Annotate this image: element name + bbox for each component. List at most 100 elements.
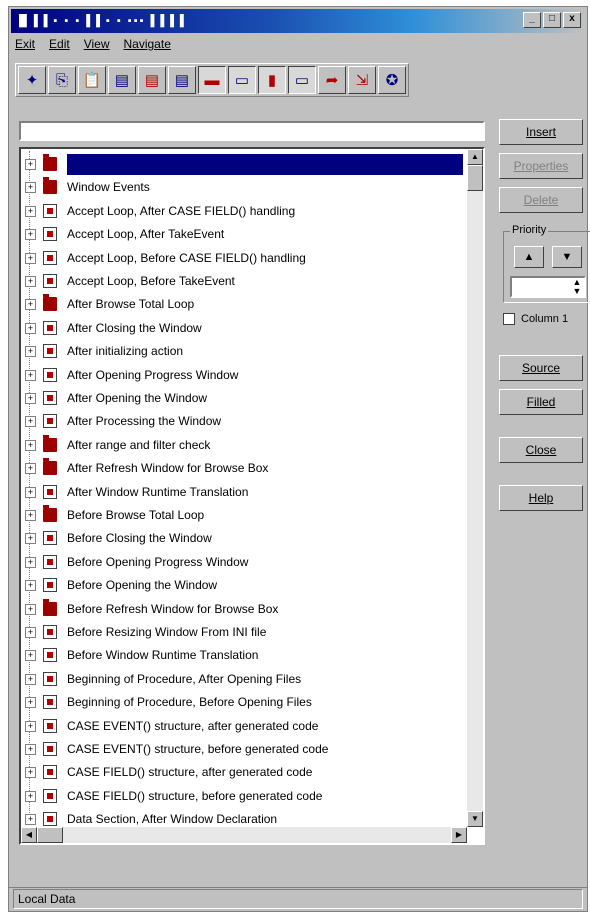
tree-item[interactable]: + Before Closing the Window (21, 527, 467, 550)
tree-item[interactable]: + After Refresh Window for Browse Box (21, 457, 467, 480)
tree-item[interactable]: + After Opening Progress Window (21, 364, 467, 387)
expand-icon[interactable]: + (25, 673, 36, 685)
expand-icon[interactable]: + (25, 533, 36, 545)
tree-item[interactable]: + CASE EVENT() structure, after generated… (21, 715, 467, 738)
toolbar-button-13[interactable]: ✪ (378, 66, 406, 94)
tree-item[interactable]: + Beginning of Procedure, Before Opening … (21, 691, 467, 714)
tree-item[interactable]: + Beginning of Procedure, After Opening F… (21, 668, 467, 691)
toolbar-button-8[interactable]: ▭ (228, 66, 256, 94)
priority-spinbox[interactable]: ▲ ▼ (510, 276, 586, 298)
expand-icon[interactable]: + (25, 486, 36, 498)
checkbox-box[interactable] (503, 313, 515, 326)
tree-item[interactable]: + After initializing action (21, 340, 467, 363)
tree-item[interactable]: + After Closing the Window (21, 317, 467, 340)
priority-down-button[interactable]: ▼ (552, 246, 582, 268)
tree-item[interactable]: + Before Window Runtime Translation (21, 644, 467, 667)
expand-icon[interactable]: + (25, 744, 36, 755)
scroll-right-icon[interactable]: ▶ (451, 827, 467, 843)
expand-icon[interactable]: + (25, 720, 36, 732)
menu-view[interactable]: View (84, 37, 110, 57)
tree-item[interactable]: + Before Resizing Window From INI file (21, 621, 467, 644)
tree-item[interactable]: + Before Browse Total Loop (21, 504, 467, 527)
delete-button[interactable]: Delete (499, 187, 583, 213)
source-button[interactable]: Source (499, 355, 583, 381)
expand-icon[interactable]: + (25, 322, 36, 334)
expand-icon[interactable]: + (25, 767, 36, 779)
expand-icon[interactable]: + (25, 556, 36, 568)
expand-icon[interactable]: + (25, 814, 36, 826)
close-button[interactable]: Close (499, 437, 583, 463)
toolbar-button-3[interactable]: 📋 (78, 66, 106, 94)
tree-item[interactable]: + CASE FIELD() structure, before generate… (21, 785, 467, 808)
expand-icon[interactable]: + (25, 393, 36, 404)
horizontal-scrollbar[interactable]: ◀ ▶ (21, 827, 467, 843)
vertical-scroll-thumb[interactable] (467, 165, 483, 191)
title-bar[interactable]: █ ▌▌▪ ▪ ▪ ▌▌▪ ▪ ▪▪▪ ▌▌▌▌ _ □ x (11, 9, 585, 33)
tree-item[interactable]: + After Window Runtime Translation (21, 481, 467, 504)
tree-item[interactable]: + Before Refresh Window for Browse Box (21, 598, 467, 621)
tree-item[interactable]: + Accept Loop, After TakeEvent (21, 223, 467, 246)
tree-item[interactable]: + After Browse Total Loop (21, 293, 467, 316)
expand-icon[interactable]: + (25, 627, 36, 638)
scroll-up-icon[interactable]: ▲ (467, 149, 483, 165)
expand-icon[interactable]: + (25, 650, 36, 662)
toolbar-button-12[interactable]: ⇲ (348, 66, 376, 94)
tree-item[interactable]: + CASE EVENT() structure, before generate… (21, 738, 467, 761)
expand-icon[interactable]: + (25, 229, 36, 241)
expand-icon[interactable]: + (25, 205, 36, 217)
expand-icon[interactable]: + (25, 697, 36, 709)
expand-icon[interactable]: + (25, 580, 36, 592)
filled-button[interactable]: Filled (499, 389, 583, 415)
expand-icon[interactable]: + (25, 299, 36, 311)
tree-item[interactable]: + After Processing the Window (21, 410, 467, 433)
scroll-left-icon[interactable]: ◀ (21, 827, 37, 843)
toolbar-button-9[interactable]: ▮ (258, 66, 286, 94)
tree-item[interactable]: + Accept Loop, Before TakeEvent (21, 270, 467, 293)
close-window-button[interactable]: x (563, 12, 581, 28)
tree-item[interactable]: + CASE FIELD() structure, after generated… (21, 761, 467, 784)
toolbar-button-11[interactable]: ➦ (318, 66, 346, 94)
tree-item[interactable]: + Window Events (21, 176, 467, 199)
menu-exit[interactable]: Exit (15, 37, 35, 57)
expand-icon[interactable]: + (25, 369, 36, 381)
help-button[interactable]: Help (499, 485, 583, 511)
expand-icon[interactable]: + (25, 182, 36, 194)
tree-item[interactable]: + Accept Loop, After CASE FIELD() handlin… (21, 200, 467, 223)
properties-button[interactable]: Properties (499, 153, 583, 179)
expand-icon[interactable]: + (25, 439, 36, 451)
insert-button[interactable]: Insert (499, 119, 583, 145)
expand-icon[interactable]: + (25, 346, 36, 358)
menu-navigate[interactable]: Navigate (124, 37, 171, 57)
toolbar-button-10[interactable]: ▭ (288, 66, 316, 94)
expand-icon[interactable]: + (25, 276, 36, 287)
tree-item[interactable]: + Accept Loop, Before CASE FIELD() handli… (21, 247, 467, 270)
spin-arrows-icon[interactable]: ▲ ▼ (570, 278, 584, 296)
column-1-checkbox[interactable]: Column 1 (503, 313, 568, 326)
expand-icon[interactable]: + (25, 603, 36, 615)
tree-item[interactable]: + Before Opening Progress Window (21, 551, 467, 574)
scroll-down-icon[interactable]: ▼ (467, 811, 483, 827)
expand-icon[interactable]: + (25, 790, 36, 802)
vertical-scrollbar[interactable]: ▲ ▼ (467, 149, 483, 827)
toolbar-button-1[interactable]: ✦ (18, 66, 46, 94)
toolbar-button-5[interactable]: ▤ (138, 66, 166, 94)
toolbar-button-4[interactable]: ▤ (108, 66, 136, 94)
tree-item[interactable]: + After Opening the Window (21, 387, 467, 410)
menu-edit[interactable]: Edit (49, 37, 70, 57)
toolbar-button-7[interactable]: ▬ (198, 66, 226, 94)
embed-tree[interactable]: + + Window Events + Accept Loop, After CASE … (19, 147, 485, 845)
maximize-button[interactable]: □ (543, 12, 561, 28)
expand-icon[interactable]: + (25, 252, 36, 264)
tree-item[interactable]: + (21, 153, 467, 176)
priority-up-button[interactable]: ▲ (514, 246, 544, 268)
embed-filter-input[interactable] (19, 121, 485, 141)
expand-icon[interactable]: + (25, 510, 36, 521)
tree-item[interactable]: + Before Opening the Window (21, 574, 467, 597)
minimize-button[interactable]: _ (523, 12, 541, 28)
horizontal-scroll-thumb[interactable] (37, 827, 63, 843)
expand-icon[interactable]: + (25, 159, 36, 170)
expand-icon[interactable]: + (25, 463, 36, 475)
toolbar-button-6[interactable]: ▤ (168, 66, 196, 94)
toolbar-button-2[interactable]: ⎘ (48, 66, 76, 94)
expand-icon[interactable]: + (25, 416, 36, 428)
